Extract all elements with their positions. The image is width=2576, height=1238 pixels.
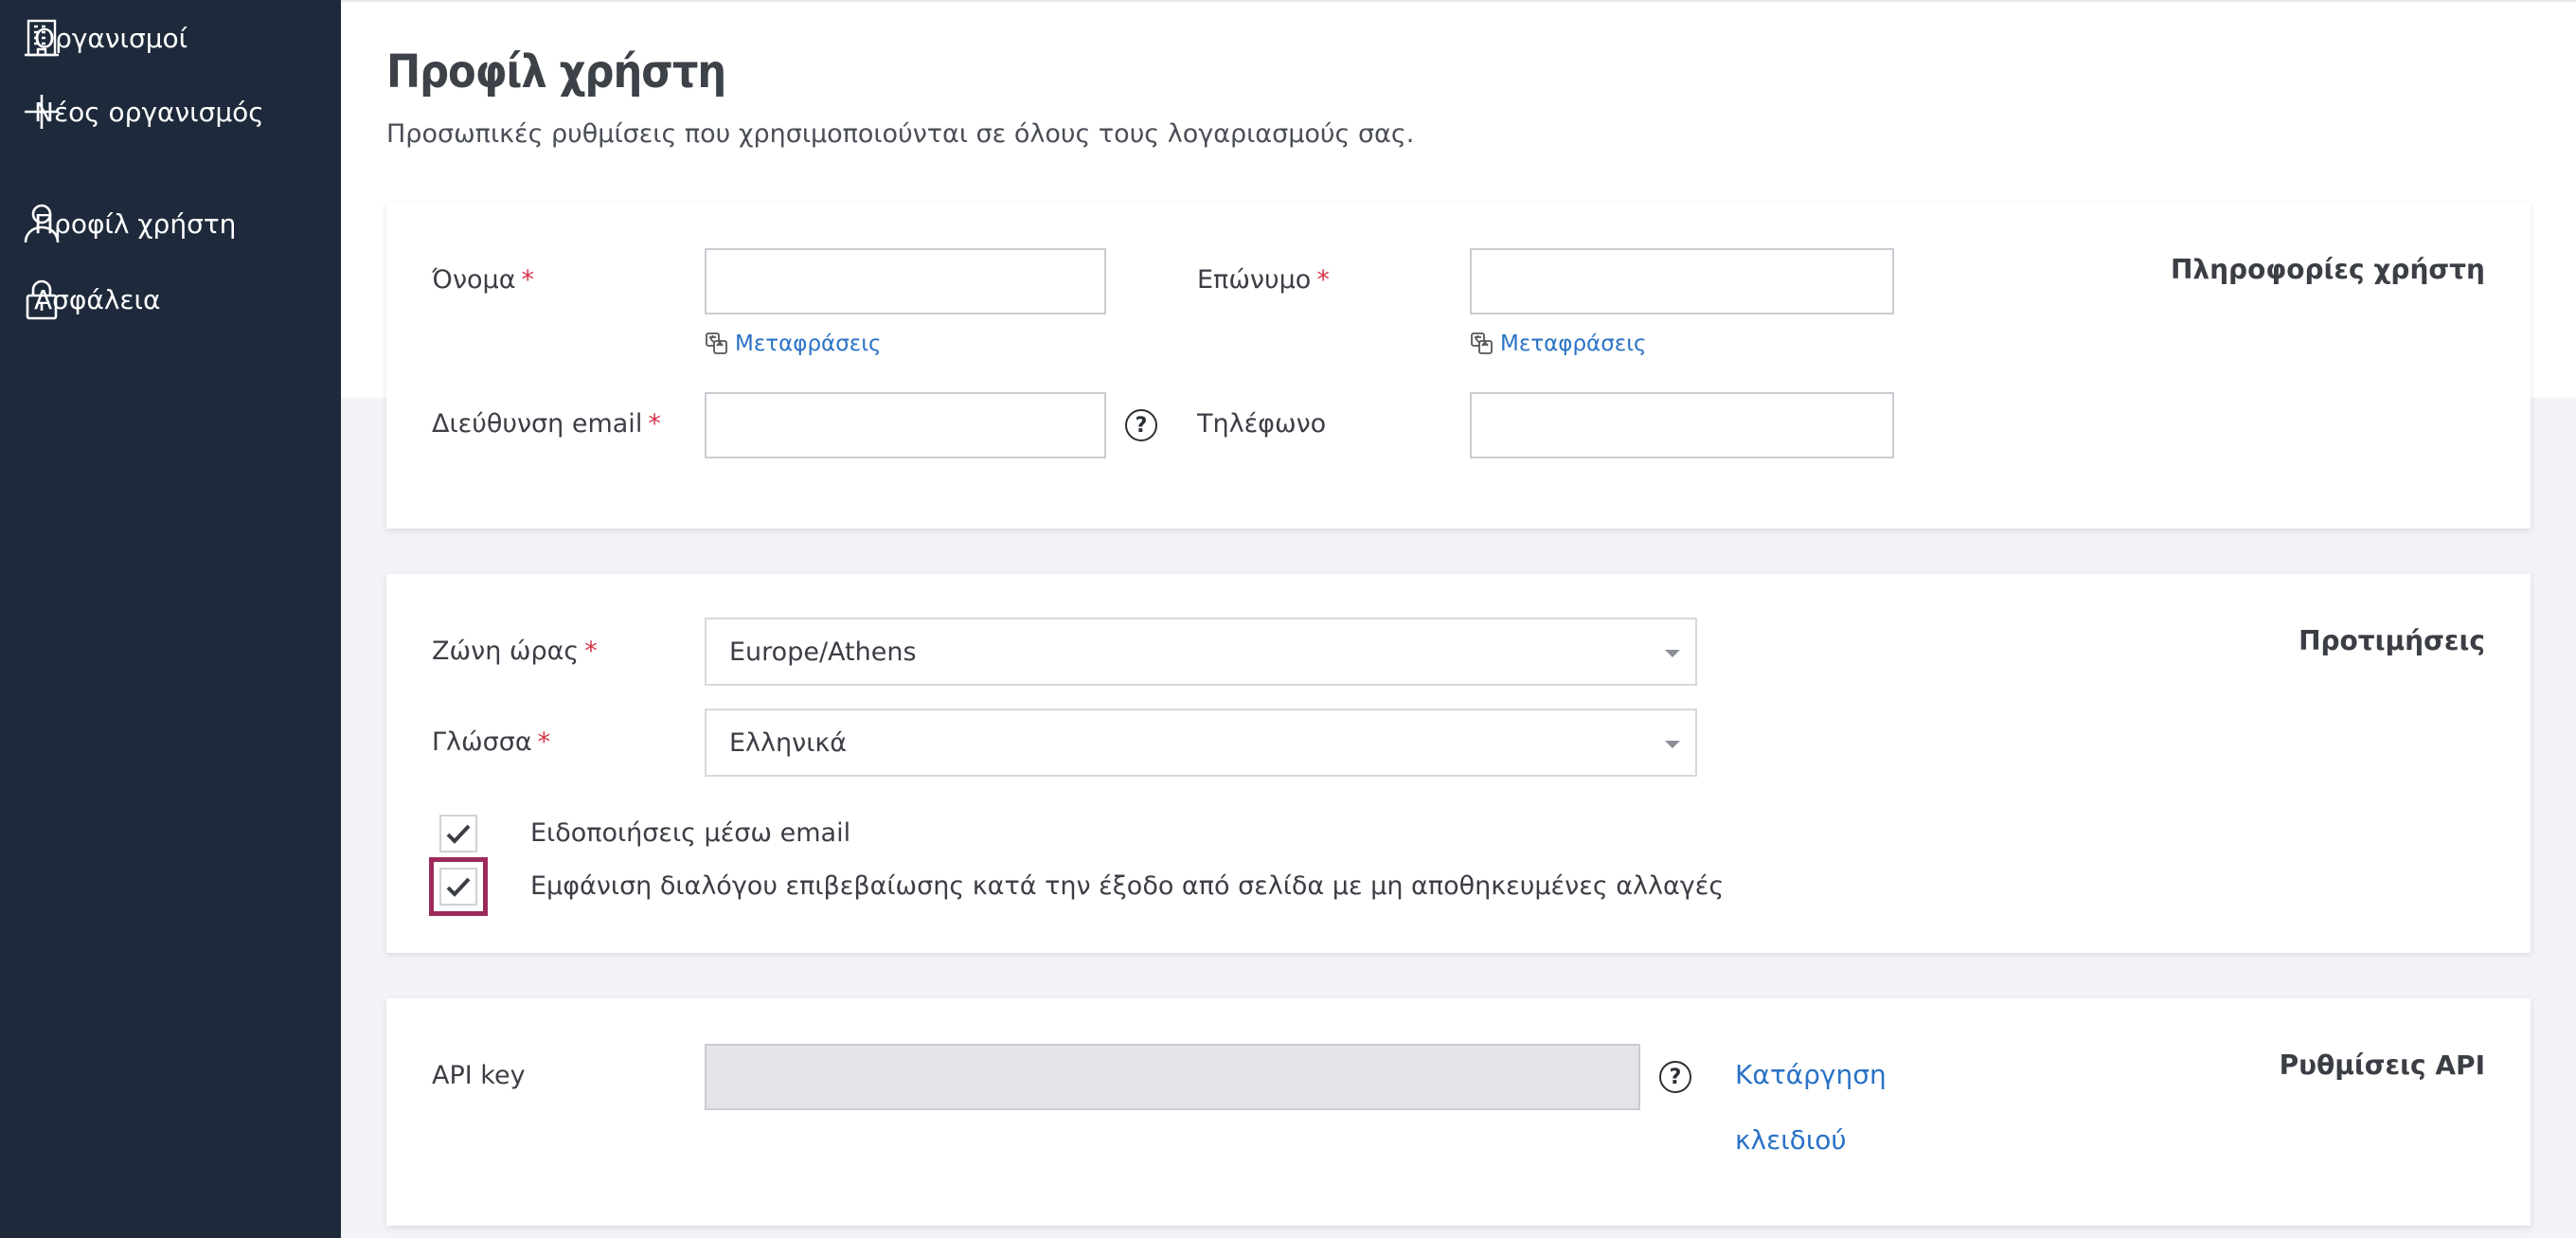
translations-label: Μεταφράσεις [1500,332,1647,356]
sidebar: Οργανισμοί Νέος οργανισμός Προφίλ χρήστη… [0,0,341,1238]
user-info-card: Πληροφορίες χρήστη Όνομα * Μεταφράσεις Επ… [386,203,2531,529]
last-name-input[interactable] [1470,248,1894,314]
checkmark-icon [446,824,471,844]
api-settings-card: Ρυθμίσεις API API key ? Κατάργηση κλειδι… [386,998,2531,1226]
translate-icon [705,332,729,356]
confirm-dialog-checkbox[interactable] [429,857,488,916]
email-notifications-checkbox[interactable] [439,815,477,852]
first-name-translations-link[interactable]: Μεταφράσεις [705,332,882,356]
sidebar-item-label: Νέος οργανισμός [34,96,264,128]
required-mark: * [521,265,535,295]
chevron-down-icon [1665,741,1680,748]
last-name-translations-link[interactable]: Μεταφράσεις [1470,332,1647,356]
language-label: Γλώσσα * [432,727,551,757]
sidebar-item-security[interactable]: Ασφάλεια [19,273,160,326]
sidebar-item-label: Οργανισμοί [34,22,188,54]
section-title-user-info: Πληροφορίες χρήστη [2170,254,2485,285]
language-value: Ελληνικά [729,727,848,758]
checkmark-icon [446,877,471,897]
email-input[interactable] [705,392,1106,458]
page-title: Προφίλ χρήστη [386,45,726,99]
main-content: Προφίλ χρήστη Προσωπικές ρυθμίσεις που χ… [341,0,2576,1238]
first-name-input[interactable] [705,248,1106,314]
translations-label: Μεταφράσεις [735,332,882,356]
section-title-preferences: Προτιμήσεις [2299,625,2485,656]
confirm-dialog-label: Εμφάνιση διαλόγου επιβεβαίωσης κατά την … [530,871,1725,901]
api-key-help-icon[interactable]: ? [1659,1061,1691,1093]
section-title-api: Ρυθμίσεις API [2279,1050,2485,1081]
required-mark: * [648,409,661,439]
revoke-key-link[interactable]: Κατάργηση κλειδιού [1735,1059,1887,1156]
sidebar-item-organizations[interactable]: Οργανισμοί [19,11,188,64]
language-select[interactable]: Ελληνικά [705,709,1697,777]
required-mark: * [537,727,551,757]
sidebar-item-user-profile[interactable]: Προφίλ χρήστη [19,197,236,250]
timezone-label: Ζώνη ώρας * [432,637,598,666]
timezone-value: Europe/Athens [729,637,917,667]
first-name-label: Όνομα * [432,265,535,295]
chevron-down-icon [1665,650,1680,657]
email-notifications-label: Ειδοποιήσεις μέσω email [530,818,851,848]
timezone-select[interactable]: Europe/Athens [705,618,1697,686]
api-key-label: API key [432,1061,526,1090]
phone-input[interactable] [1470,392,1894,458]
sidebar-item-label: Προφίλ χρήστη [34,207,237,240]
preferences-card: Προτιμήσεις Ζώνη ώρας * Europe/Athens Γλώ… [386,574,2531,953]
translate-icon [1470,332,1494,356]
phone-label: Τηλέφωνο [1197,409,1327,439]
page-subtitle: Προσωπικές ρυθμίσεις που χρησιμοποιούντα… [386,119,1415,149]
api-key-input [705,1044,1640,1110]
last-name-label: Επώνυμο * [1197,265,1330,295]
email-help-icon[interactable]: ? [1125,409,1157,441]
required-mark: * [584,637,598,666]
sidebar-item-new-organization[interactable]: Νέος οργανισμός [19,85,264,138]
sidebar-item-label: Ασφάλεια [34,283,161,315]
required-mark: * [1316,265,1330,295]
email-label: Διεύθυνση email * [432,409,661,439]
